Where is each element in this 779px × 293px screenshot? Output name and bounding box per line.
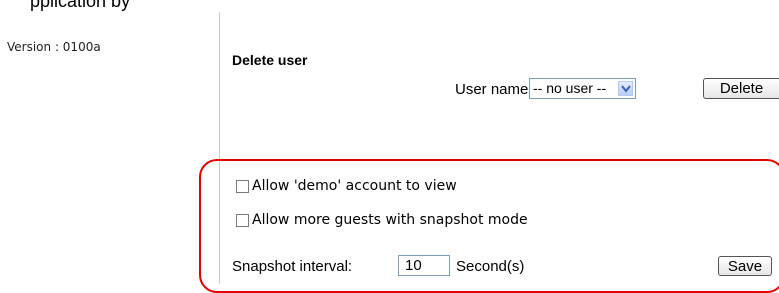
username-label: User name — [455, 81, 529, 98]
chevron-down-icon[interactable] — [618, 81, 633, 96]
username-select-value: -- no user -- — [533, 80, 607, 96]
allow-guests-checkbox[interactable] — [236, 213, 249, 227]
allow-demo-row: Allow 'demo' account to view — [236, 178, 457, 194]
snapshot-interval-input[interactable]: 10 — [398, 255, 450, 276]
version-label: Version : 0100a — [7, 40, 101, 54]
allow-demo-checkbox[interactable] — [236, 179, 249, 193]
page-heading-partial: pplication by — [30, 0, 131, 11]
username-select[interactable]: -- no user -- — [529, 78, 636, 99]
save-button[interactable]: Save — [718, 256, 772, 276]
allow-demo-label: Allow 'demo' account to view — [252, 178, 457, 194]
delete-user-title: Delete user — [232, 52, 308, 68]
allow-guests-label: Allow more guests with snapshot mode — [252, 212, 528, 228]
allow-guests-row: Allow more guests with snapshot mode — [236, 212, 528, 228]
snapshot-interval-label: Snapshot interval: — [232, 258, 353, 275]
delete-button[interactable]: Delete — [703, 78, 779, 99]
snapshot-interval-unit: Second(s) — [456, 258, 525, 275]
